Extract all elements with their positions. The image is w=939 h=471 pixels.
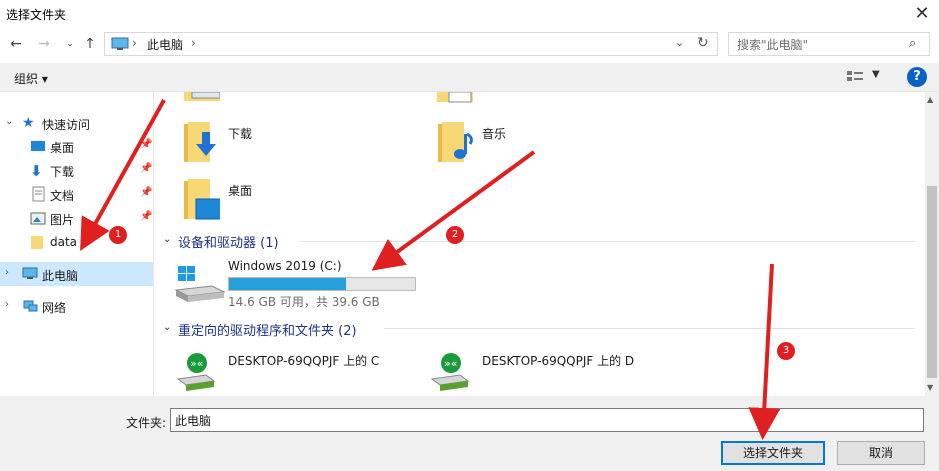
annotation-badge-2: 2	[446, 226, 464, 244]
annotation-overlay	[80, 99, 781, 440]
annotation-arrow-3	[748, 263, 781, 440]
annotation-badge-1: 1	[109, 226, 127, 244]
annotation-arrow-1	[80, 99, 166, 251]
annotation-badge-3: 3	[777, 342, 795, 360]
annotation-arrow-2	[371, 150, 536, 271]
